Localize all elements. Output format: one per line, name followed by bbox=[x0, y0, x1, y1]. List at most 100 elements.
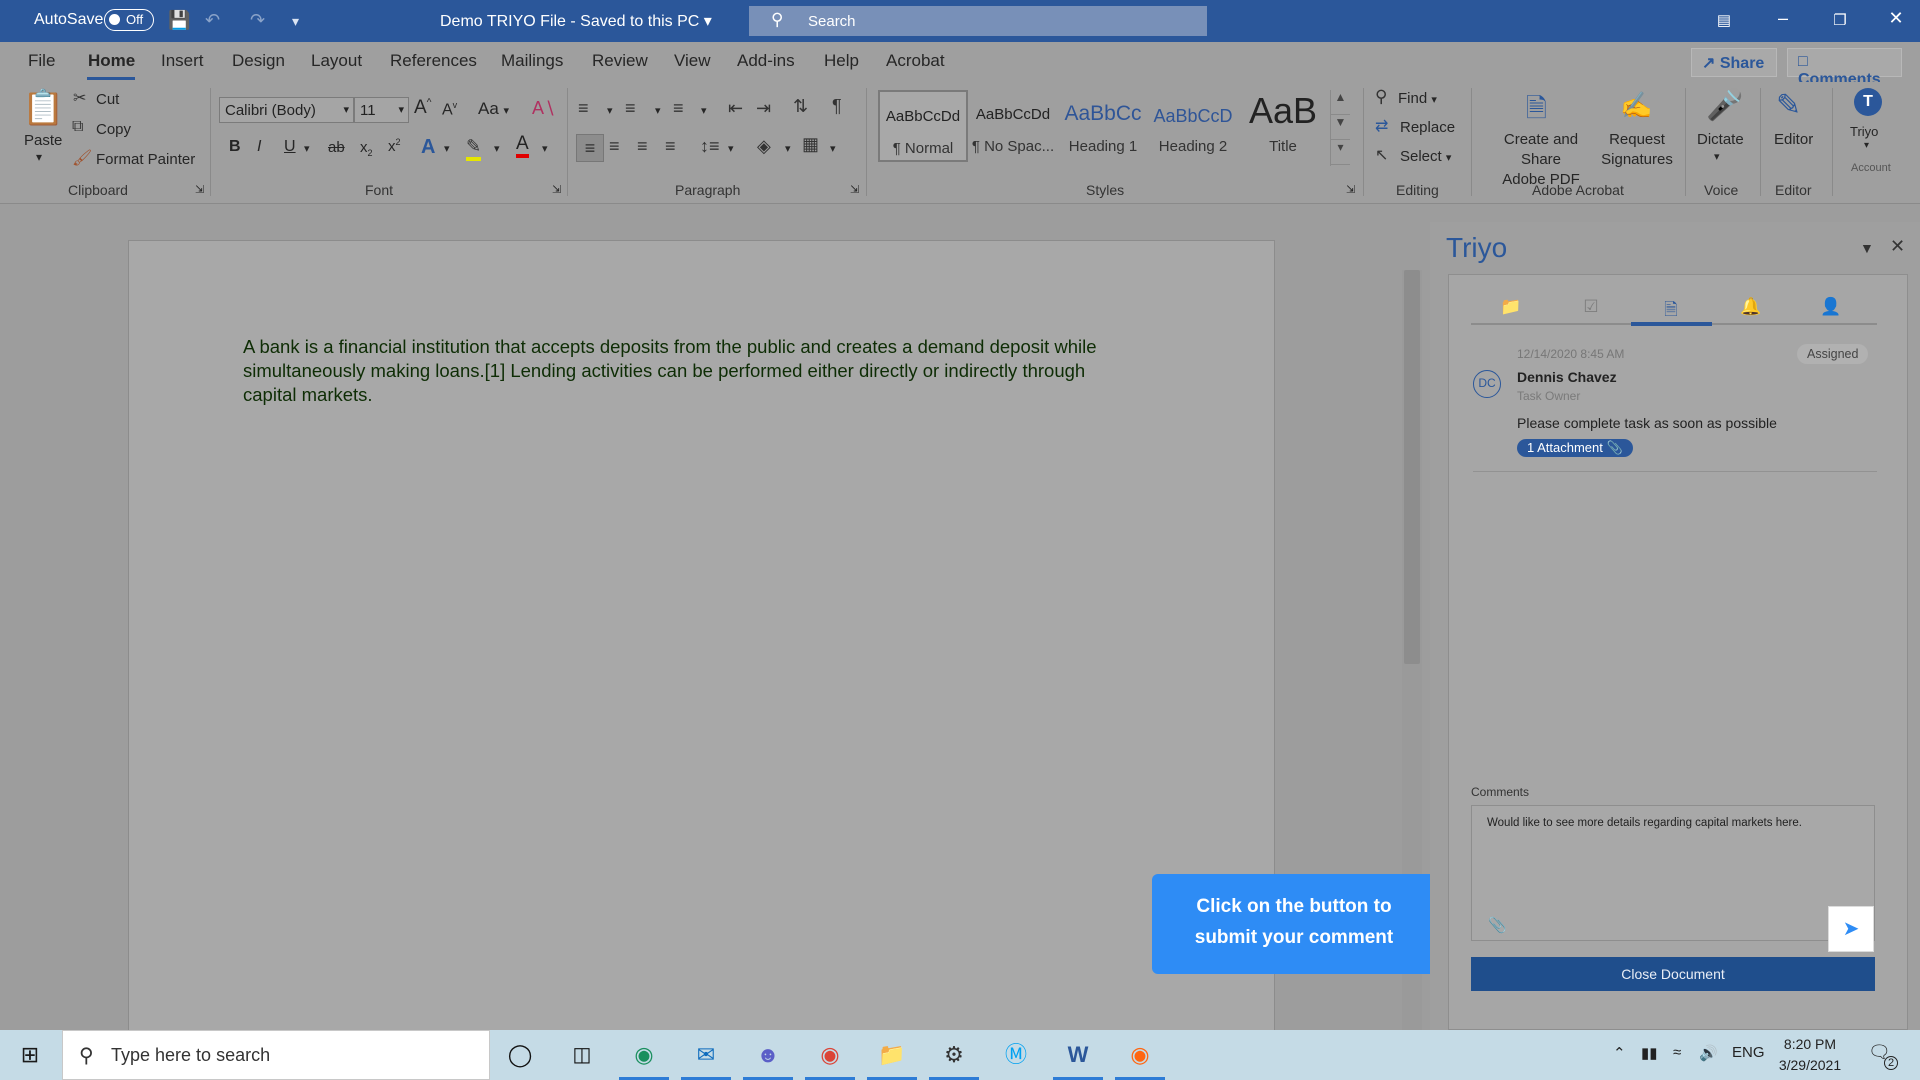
format-painter-button[interactable]: Format Painter bbox=[96, 151, 195, 168]
tab-insert[interactable]: Insert bbox=[161, 51, 204, 71]
subscript-button[interactable]: x2 bbox=[360, 139, 373, 158]
customize-qat-icon[interactable]: ▾ bbox=[292, 13, 299, 30]
create-share-pdf-button[interactable]: Create and Share Adobe PDF bbox=[1484, 130, 1598, 190]
justify-icon[interactable]: ≡ bbox=[665, 136, 676, 157]
strikethrough-button[interactable]: ab bbox=[328, 139, 345, 156]
tab-help[interactable]: Help bbox=[824, 51, 859, 71]
text-effects-button[interactable]: A bbox=[421, 136, 435, 159]
autosave-toggle[interactable]: Off bbox=[104, 9, 154, 31]
line-spacing-icon[interactable]: ↕≡ bbox=[700, 136, 720, 157]
font-color-dropdown-icon[interactable]: ▾ bbox=[542, 142, 548, 155]
edge-icon[interactable]: ◉ bbox=[624, 1038, 664, 1072]
highlight-dropdown-icon[interactable]: ▾ bbox=[494, 142, 500, 155]
tab-mailings[interactable]: Mailings bbox=[501, 51, 563, 71]
bullets-icon[interactable]: ≡ bbox=[578, 98, 589, 119]
sort-icon[interactable]: ⇅ bbox=[793, 96, 808, 117]
minimize-icon[interactable]: – bbox=[1763, 8, 1803, 29]
shrink-font-icon[interactable]: Av bbox=[442, 100, 457, 119]
document-body[interactable]: A bank is a financial institution that a… bbox=[243, 335, 1183, 407]
system-clock[interactable]: 8:20 PM 3/29/2021 bbox=[1770, 1034, 1850, 1076]
select-button[interactable]: Select ▾ bbox=[1400, 148, 1451, 165]
font-family-select[interactable]: Calibri (Body) ▾ bbox=[219, 97, 354, 123]
align-center-icon[interactable]: ≡ bbox=[609, 136, 620, 157]
language-indicator[interactable]: ENG bbox=[1732, 1044, 1765, 1061]
align-right-icon[interactable]: ≡ bbox=[637, 136, 648, 157]
text-effects-dropdown-icon[interactable]: ▾ bbox=[444, 142, 450, 155]
attachment-link[interactable]: 1 Attachment 📎 bbox=[1517, 439, 1633, 457]
paste-button[interactable]: Paste bbox=[24, 132, 62, 149]
font-launcher-icon[interactable]: ⇲ bbox=[552, 183, 561, 196]
folder-tab-icon[interactable]: 📁 bbox=[1471, 297, 1551, 317]
send-comment-button[interactable]: ➤ bbox=[1828, 906, 1874, 952]
comment-input[interactable]: Would like to see more details regarding… bbox=[1471, 805, 1875, 941]
multilevel-dropdown-icon[interactable]: ▾ bbox=[701, 104, 707, 117]
tab-design[interactable]: Design bbox=[232, 51, 285, 71]
decrease-indent-icon[interactable]: ⇤ bbox=[728, 98, 743, 119]
volume-icon[interactable]: 🔊 bbox=[1699, 1044, 1718, 1062]
windows-start-icon[interactable]: ⊞ bbox=[10, 1038, 50, 1072]
document-page[interactable]: A bank is a financial institution that a… bbox=[128, 240, 1275, 1040]
ribbon-display-icon[interactable]: ▤ bbox=[1704, 11, 1744, 29]
show-hidden-icons-icon[interactable]: ⌃ bbox=[1613, 1044, 1626, 1062]
tab-review[interactable]: Review bbox=[592, 51, 648, 71]
share-button[interactable]: ↗ Share bbox=[1691, 48, 1777, 77]
paste-dropdown-icon[interactable]: ▾ bbox=[36, 150, 42, 164]
tab-add-ins[interactable]: Add-ins bbox=[737, 51, 795, 71]
grow-font-icon[interactable]: A^ bbox=[414, 97, 431, 119]
find-button[interactable]: Find ▾ bbox=[1398, 90, 1437, 107]
bold-button[interactable]: B bbox=[229, 138, 241, 156]
notifications-tab-icon[interactable]: 🔔 bbox=[1711, 297, 1791, 317]
tab-acrobat[interactable]: Acrobat bbox=[886, 51, 945, 71]
style-heading-1[interactable]: AaBbCc Heading 1 bbox=[1058, 90, 1148, 162]
underline-button[interactable]: U bbox=[284, 138, 296, 156]
cut-button[interactable]: Cut bbox=[96, 91, 119, 108]
borders-dropdown-icon[interactable]: ▾ bbox=[830, 142, 836, 155]
tasks-tab-icon[interactable]: ☑ bbox=[1551, 297, 1631, 317]
cortana-icon[interactable]: ◯ bbox=[500, 1038, 540, 1072]
clipboard-launcher-icon[interactable]: ⇲ bbox=[195, 183, 204, 196]
attach-file-icon[interactable]: 📎 bbox=[1488, 916, 1507, 934]
scrollbar-thumb[interactable] bbox=[1404, 270, 1420, 664]
taskbar-search[interactable]: ⚲ Type here to search bbox=[62, 1030, 490, 1080]
teams-icon[interactable]: ☻ bbox=[748, 1038, 788, 1072]
superscript-button[interactable]: x2 bbox=[388, 137, 401, 155]
request-signatures-button[interactable]: Request Signatures bbox=[1600, 130, 1674, 170]
settings-gear-icon[interactable]: ⚙ bbox=[934, 1038, 974, 1072]
triyo-button[interactable]: Triyo bbox=[1850, 124, 1878, 139]
styles-scroll[interactable]: ▲ ▼ ▾ bbox=[1330, 90, 1350, 166]
pane-options-icon[interactable]: ▼ bbox=[1860, 240, 1874, 256]
underline-dropdown-icon[interactable]: ▾ bbox=[304, 142, 310, 155]
tab-view[interactable]: View bbox=[674, 51, 711, 71]
font-color-button[interactable]: A bbox=[516, 134, 529, 158]
styles-up-icon[interactable]: ▲ bbox=[1331, 90, 1350, 115]
style-heading-2[interactable]: AaBbCcD Heading 2 bbox=[1148, 90, 1238, 162]
task-view-icon[interactable]: ◫ bbox=[562, 1038, 602, 1072]
dictate-dropdown-icon[interactable]: ▾ bbox=[1714, 150, 1720, 163]
highlight-icon[interactable]: ✎ bbox=[466, 136, 482, 161]
bullets-dropdown-icon[interactable]: ▾ bbox=[607, 104, 613, 117]
styles-down-icon[interactable]: ▼ bbox=[1331, 115, 1350, 140]
wifi-icon[interactable]: ≈ bbox=[1673, 1044, 1681, 1061]
outlook-icon[interactable]: ✉ bbox=[686, 1038, 726, 1072]
copy-button[interactable]: Copy bbox=[96, 121, 131, 138]
redo-icon[interactable]: ↷ bbox=[250, 10, 265, 31]
document-title[interactable]: Demo TRIYO File - Saved to this PC ▾ bbox=[440, 11, 712, 31]
editor-button[interactable]: Editor bbox=[1774, 131, 1813, 148]
clear-formatting-icon[interactable]: A∖ bbox=[532, 98, 555, 119]
word-icon[interactable]: W bbox=[1058, 1038, 1098, 1072]
undo-icon[interactable]: ↶ bbox=[205, 10, 220, 31]
shading-dropdown-icon[interactable]: ▾ bbox=[785, 142, 791, 155]
comments-button[interactable]: □ Comments bbox=[1787, 48, 1902, 88]
tab-references[interactable]: References bbox=[390, 51, 477, 71]
tab-layout[interactable]: Layout bbox=[311, 51, 362, 71]
firefox-icon[interactable]: ◉ bbox=[1120, 1038, 1160, 1072]
restore-icon[interactable]: ❐ bbox=[1820, 11, 1860, 29]
borders-icon[interactable]: ▦ bbox=[802, 134, 819, 155]
italic-button[interactable]: I bbox=[257, 138, 261, 156]
save-icon[interactable]: 💾 bbox=[168, 10, 190, 31]
numbering-icon[interactable]: ≡ bbox=[625, 98, 636, 119]
increase-indent-icon[interactable]: ⇥ bbox=[756, 98, 771, 119]
align-left-icon[interactable]: ≡ bbox=[576, 134, 604, 162]
font-size-select[interactable]: 11 ▾ bbox=[354, 97, 409, 123]
tab-file[interactable]: File bbox=[28, 51, 55, 71]
